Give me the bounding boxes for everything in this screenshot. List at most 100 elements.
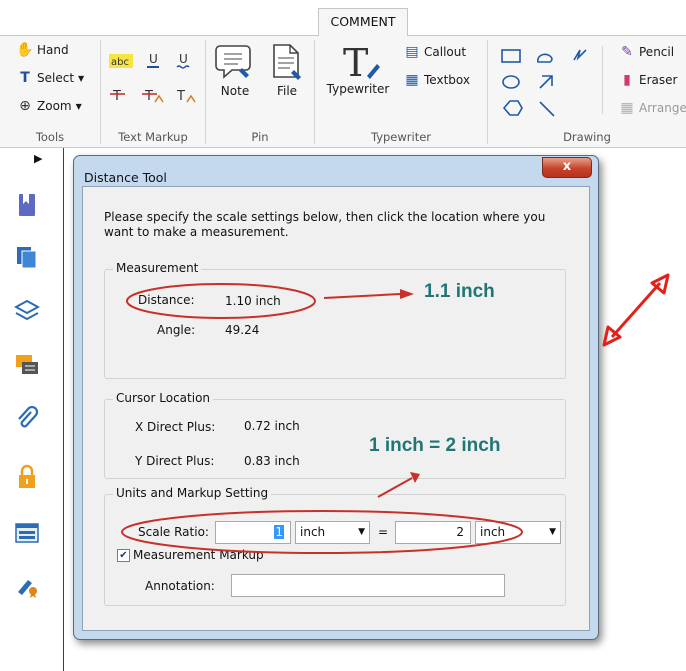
scale-callout-text: 1 inch = 2 inch xyxy=(369,435,501,456)
select-tool-label: Select xyxy=(37,71,75,85)
dialog-title: Distance Tool xyxy=(84,170,167,185)
pencil-button[interactable]: ✎ Pencil xyxy=(618,44,674,60)
close-button[interactable]: x xyxy=(542,157,592,178)
note-icon xyxy=(215,45,251,79)
measurement-markup-label[interactable]: Measurement Markup xyxy=(133,548,264,562)
group-label-tools: Tools xyxy=(35,130,65,144)
arrow-icon xyxy=(539,75,553,89)
navigation-panel: ▶ xyxy=(0,148,64,671)
distance-value: 1.10 inch xyxy=(225,294,281,308)
eraser-icon: ▮ xyxy=(623,72,631,88)
highlight-icon-glyph: abc xyxy=(111,57,129,68)
hand-icon: ✋ xyxy=(16,42,34,58)
scale-to-unit-select[interactable]: inch ▼ xyxy=(475,521,561,544)
group-label-pin: Pin xyxy=(251,130,269,144)
scale-to-input[interactable]: 2 xyxy=(395,521,471,544)
polygon-icon xyxy=(502,100,523,116)
distance-tool-dialog: Distance Tool x Please specify the scale… xyxy=(73,155,599,640)
units-markup-group: Units and Markup Setting Scale Ratio: 1 … xyxy=(104,486,566,606)
textbox-button[interactable]: ▦ Textbox xyxy=(403,72,470,88)
group-pin: Note File Pin xyxy=(206,36,314,148)
zoom-tool-button[interactable]: ⊕ Zoom ▼ xyxy=(16,98,82,114)
x-direct-plus-value: 0.72 inch xyxy=(244,419,300,433)
distance-label: Distance: xyxy=(138,293,195,307)
bookmark-icon[interactable] xyxy=(14,192,40,218)
arrange-label: Arrange xyxy=(639,101,686,115)
group-typewriter: T Typewriter ▤ Callout ▦ Textbox Typewri… xyxy=(315,36,487,148)
typewriter-icon: T xyxy=(343,41,380,80)
select-text-icon: T xyxy=(20,70,30,86)
callout-button[interactable]: ▤ Callout xyxy=(403,44,466,60)
measurement-group-title: Measurement xyxy=(113,261,202,275)
arrange-icon: ▦ xyxy=(620,100,634,116)
checkmark-icon: ✔ xyxy=(119,550,128,561)
ribbon-tab-strip: COMMENT xyxy=(0,0,686,37)
annotation-input[interactable] xyxy=(231,574,505,597)
pages-icon[interactable] xyxy=(14,244,40,270)
measurement-line xyxy=(610,282,662,338)
file-icon xyxy=(273,44,301,80)
callout-icon: ▤ xyxy=(405,44,419,60)
underline-icon: U xyxy=(149,52,158,66)
instructions-text: Please specify the scale settings below,… xyxy=(104,210,546,239)
file-label: File xyxy=(276,84,298,98)
hand-tool-label: Hand xyxy=(37,43,69,57)
zoom-icon: ⊕ xyxy=(19,98,31,114)
squiggly-icon: U xyxy=(179,52,188,66)
drawing-shape-icons[interactable] xyxy=(498,44,598,120)
eraser-button[interactable]: ▮ Eraser xyxy=(618,72,677,88)
scale-ratio-label: Scale Ratio: xyxy=(138,525,209,539)
y-direct-plus-label: Y Direct Plus: xyxy=(135,454,215,468)
form-fields-icon[interactable] xyxy=(14,520,40,546)
select-tool-button[interactable]: T Select ▼ xyxy=(16,70,84,86)
signature-icon[interactable] xyxy=(14,572,40,598)
chevron-down-icon: ▼ xyxy=(75,101,82,111)
equals-sign: = xyxy=(378,525,389,539)
strikeout-icon: T xyxy=(112,89,121,104)
measurement-arrowhead-start xyxy=(602,325,622,347)
angle-label: Angle: xyxy=(157,323,196,337)
units-markup-group-title: Units and Markup Setting xyxy=(113,486,272,500)
comments-icon[interactable] xyxy=(14,352,40,378)
measurement-markup-checkbox[interactable]: ✔ xyxy=(117,549,130,562)
oval-icon xyxy=(502,75,520,89)
line-icon xyxy=(539,101,555,117)
distance-callout-text: 1.1 inch xyxy=(424,281,495,302)
group-drawing: ✎ Pencil ▮ Eraser ▦ Arrange Drawing xyxy=(488,36,686,148)
ribbon: ✋ Hand T Select ▼ ⊕ Zoom ▼ Tools abc U U… xyxy=(0,36,686,148)
group-label-typewriter: Typewriter xyxy=(370,130,432,144)
polyline-icon xyxy=(573,49,587,61)
insert-text-icon: T xyxy=(176,89,185,104)
file-attachment-button[interactable]: File xyxy=(264,42,310,98)
eraser-label: Eraser xyxy=(639,73,678,87)
layers-icon[interactable] xyxy=(14,298,40,324)
arrange-button[interactable]: ▦ Arrange xyxy=(618,100,686,116)
callout-label: Callout xyxy=(424,45,467,59)
text-markup-icons[interactable]: abc U U T T T xyxy=(109,48,199,114)
note-label: Note xyxy=(220,84,250,98)
hand-tool-button[interactable]: ✋ Hand xyxy=(16,42,69,58)
scale-from-input[interactable]: 1 xyxy=(215,521,291,544)
group-tools: ✋ Hand T Select ▼ ⊕ Zoom ▼ Tools xyxy=(0,36,100,148)
rectangle-icon xyxy=(501,49,521,63)
annotation-label: Annotation: xyxy=(145,579,215,593)
dialog-body: Please specify the scale settings below,… xyxy=(82,186,590,631)
pencil-label: Pencil xyxy=(639,45,675,59)
expand-panel-icon[interactable]: ▶ xyxy=(34,152,42,165)
scale-from-value: 1 xyxy=(274,525,284,539)
note-button[interactable]: Note xyxy=(212,42,258,98)
group-divider xyxy=(602,46,603,114)
tab-comment[interactable]: COMMENT xyxy=(318,8,408,37)
chevron-down-icon: ▼ xyxy=(549,527,556,537)
chevron-down-icon: ▼ xyxy=(358,527,365,537)
x-direct-plus-label: X Direct Plus: xyxy=(135,420,216,434)
scale-from-unit-select[interactable]: inch ▼ xyxy=(295,521,370,544)
zoom-tool-label: Zoom xyxy=(37,99,72,113)
textbox-icon: ▦ xyxy=(405,72,419,88)
replace-text-icon: T xyxy=(144,89,153,104)
cloud-icon xyxy=(536,53,553,63)
attachment-icon[interactable] xyxy=(14,406,40,432)
typewriter-button[interactable]: T Typewriter xyxy=(323,40,393,96)
textbox-label: Textbox xyxy=(424,73,470,87)
lock-icon[interactable] xyxy=(14,464,40,490)
